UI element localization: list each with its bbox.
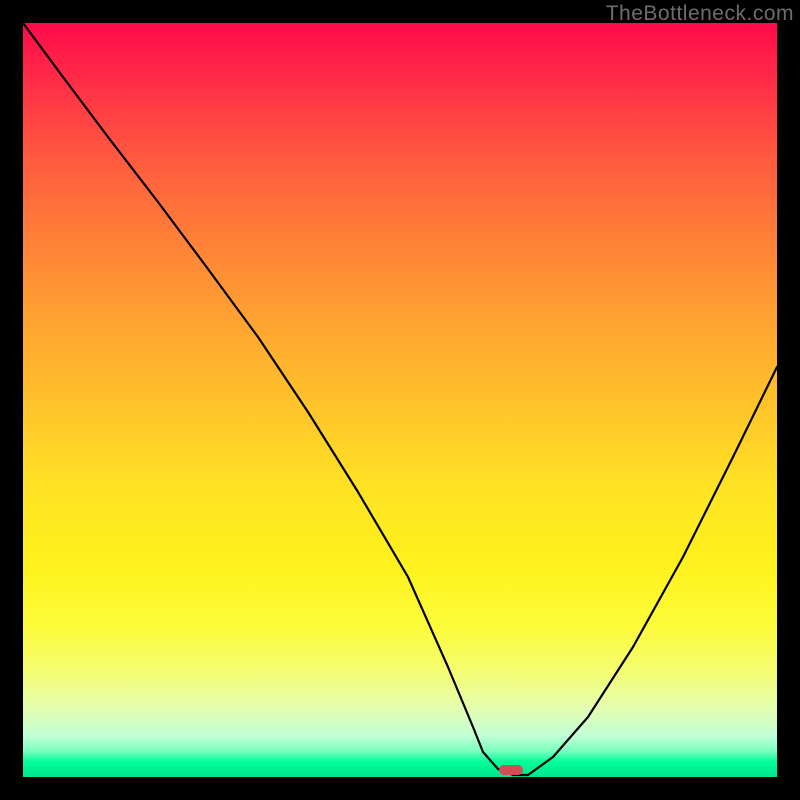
plot-area <box>23 23 777 777</box>
bottleneck-chart: TheBottleneck.com <box>0 0 800 800</box>
bottleneck-curve <box>23 23 777 775</box>
min-marker <box>499 765 523 775</box>
curve-layer <box>23 23 777 777</box>
